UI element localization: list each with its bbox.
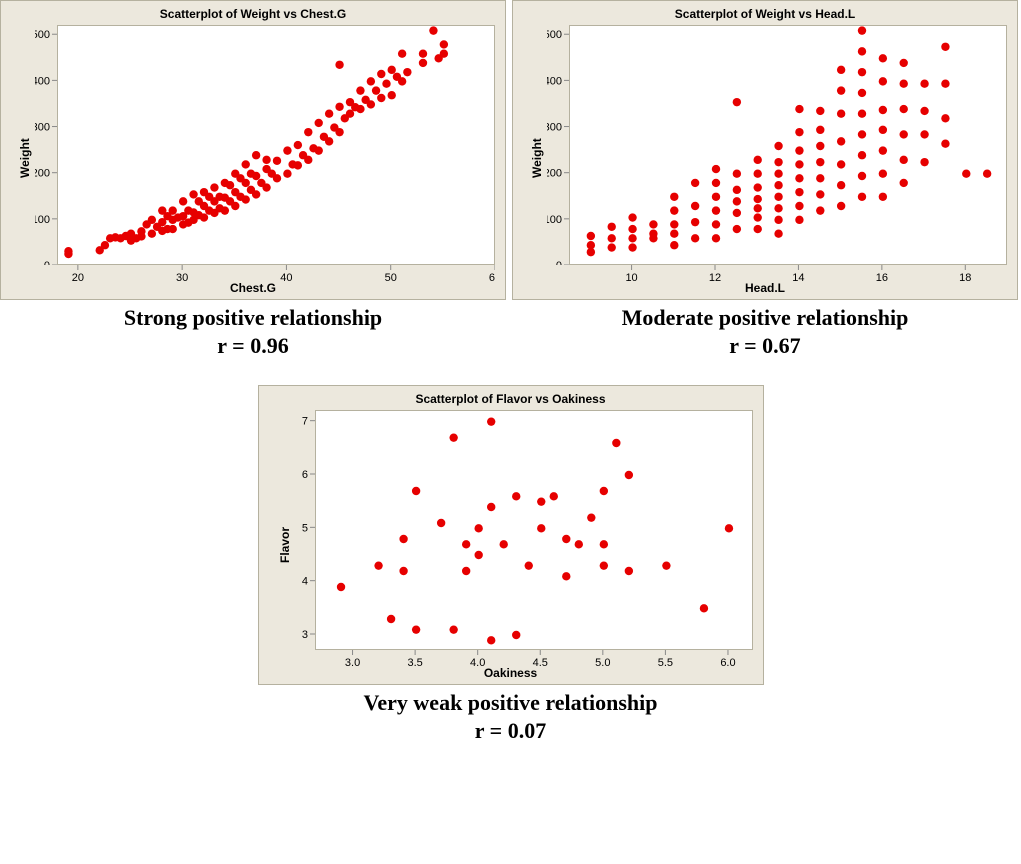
chart3-ylabel: Flavor [278, 503, 292, 563]
chart1-yticks: 0 100 200 300 400 500 [35, 25, 57, 265]
svg-text:3: 3 [301, 629, 307, 641]
chart1-block: Scatterplot of Weight vs Chest.G Weight … [0, 0, 506, 359]
chart1-xlabel: Chest.G [1, 281, 505, 295]
chart1-ylabel: Weight [18, 118, 32, 178]
chart1-caption-line1: Strong positive relationship [124, 304, 382, 332]
svg-text:5: 5 [301, 522, 307, 534]
chart3-caption-line1: Very weak positive relationship [364, 689, 658, 717]
svg-text:6: 6 [301, 469, 307, 481]
chart2-plot [569, 25, 1007, 265]
svg-text:100: 100 [547, 214, 562, 226]
svg-text:7: 7 [301, 416, 307, 428]
chart1-caption: Strong positive relationship r = 0.96 [124, 304, 382, 359]
chart2-xlabel: Head.L [513, 281, 1017, 295]
chart2-svg [570, 26, 1008, 266]
bottom-row: Scatterplot of Flavor vs Oakiness Flavor… [0, 385, 1021, 744]
chart1-panel: Scatterplot of Weight vs Chest.G Weight … [0, 0, 506, 300]
svg-text:400: 400 [547, 75, 562, 87]
chart3-plot [315, 410, 753, 650]
chart2-caption-line1: Moderate positive relationship [622, 304, 909, 332]
svg-text:400: 400 [35, 75, 50, 87]
chart2-yticks: 0 100 200 300 400 500 [547, 25, 569, 265]
chart3-caption: Very weak positive relationship r = 0.07 [364, 689, 658, 744]
svg-text:4: 4 [301, 576, 307, 588]
svg-text:200: 200 [35, 168, 50, 180]
chart1-svg [58, 26, 496, 266]
chart2-caption: Moderate positive relationship r = 0.67 [622, 304, 909, 359]
chart2-block: Scatterplot of Weight vs Head.L Weight 0… [512, 0, 1018, 359]
svg-text:0: 0 [44, 260, 50, 265]
top-row: Scatterplot of Weight vs Chest.G Weight … [0, 0, 1021, 359]
svg-text:0: 0 [556, 260, 562, 265]
chart3-xlabel: Oakiness [259, 666, 763, 680]
svg-text:300: 300 [35, 122, 50, 134]
chart3-panel: Scatterplot of Flavor vs Oakiness Flavor… [258, 385, 764, 685]
svg-text:200: 200 [547, 168, 562, 180]
svg-text:500: 500 [547, 29, 562, 41]
chart3-block: Scatterplot of Flavor vs Oakiness Flavor… [258, 385, 764, 744]
svg-text:100: 100 [35, 214, 50, 226]
chart2-title: Scatterplot of Weight vs Head.L [513, 7, 1017, 21]
chart1-plot [57, 25, 495, 265]
chart2-caption-line2: r = 0.67 [622, 332, 909, 360]
chart3-title: Scatterplot of Flavor vs Oakiness [259, 392, 763, 406]
chart2-panel: Scatterplot of Weight vs Head.L Weight 0… [512, 0, 1018, 300]
chart3-caption-line2: r = 0.07 [364, 717, 658, 745]
chart1-caption-line2: r = 0.96 [124, 332, 382, 360]
chart3-svg [316, 411, 754, 651]
svg-text:500: 500 [35, 29, 50, 41]
chart1-title: Scatterplot of Weight vs Chest.G [1, 7, 505, 21]
svg-text:300: 300 [547, 122, 562, 134]
chart3-yticks: 3 4 5 6 7 [293, 410, 315, 650]
chart2-ylabel: Weight [530, 118, 544, 178]
